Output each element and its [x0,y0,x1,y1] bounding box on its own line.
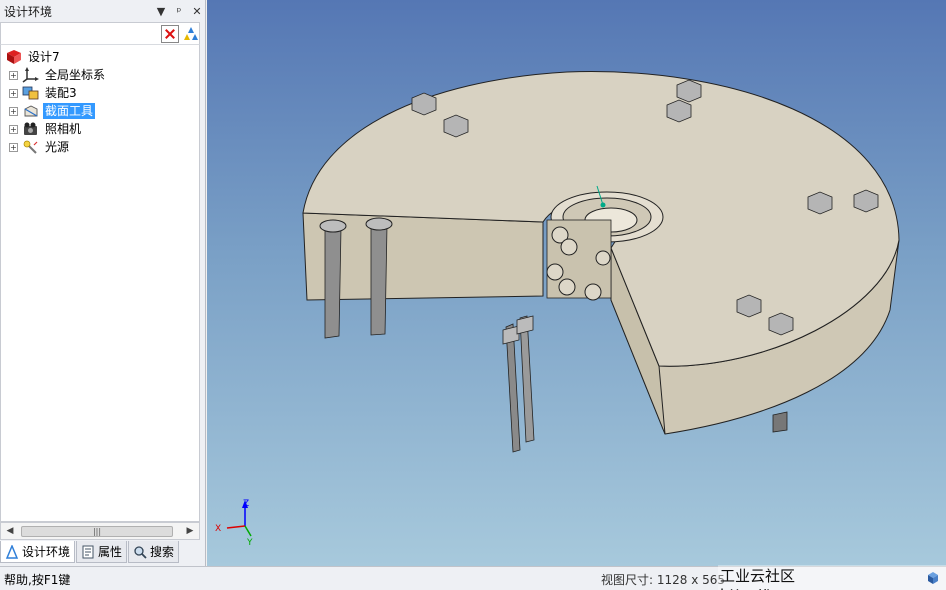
assembly-icon [22,85,40,101]
expand-toggle[interactable]: + [9,70,18,80]
tree-item-assembly[interactable]: + 装配3 [9,84,79,102]
section-tool-icon [22,103,40,119]
tree-item-section-tool[interactable]: + 截面工具 [9,102,96,120]
search-icon [133,545,147,559]
axis-y-label: Y [246,538,253,548]
design-root-icon [5,49,23,65]
tree-item-global-axes[interactable]: + 全局坐标系 [9,66,107,84]
scroll-thumb[interactable]: ||| [21,526,173,537]
tab-label: 属性 [98,545,123,559]
expand-toggle[interactable]: + [9,88,18,98]
tree-root-label: 设计7 [28,50,60,64]
tree-root[interactable]: 设计7 [5,48,62,66]
panel-close-button[interactable]: ✕ [188,5,206,18]
tab-properties[interactable]: 属性 [76,541,128,563]
axes-icon [22,67,40,83]
light-icon [22,139,40,155]
camera-icon [22,121,40,137]
design-env-icon [5,543,19,559]
axis-triad: Z X Y [215,499,253,548]
tab-search[interactable]: 搜索 [128,541,180,563]
tree-item-camera[interactable]: + 照相机 [9,120,83,138]
tree-item-label: 全局坐标系 [45,68,106,82]
3d-viewport[interactable]: Z X Y [207,0,946,566]
design-environment-panel: 设计环境 ▼ ᵖ ✕ 设计7 + 全局坐标系 + 装配3 + 截面工具 + 照相… [0,0,206,566]
axis-z-label: Z [243,499,249,509]
pin-button[interactable]: ᵖ [170,5,188,18]
expand-toggle[interactable]: + [9,142,18,152]
panel-tabs: 设计环境 属性 搜索 [0,541,206,565]
tab-label: 设计环境 [22,545,71,559]
tab-design-environment[interactable]: 设计环境 [0,541,76,563]
section-model-render: Z X Y [215,71,900,548]
view-size-readout: 视图尺寸: 1128 x 565 [601,573,726,587]
tree-item-light[interactable]: + 光源 [9,138,71,156]
tab-label: 搜索 [150,545,175,559]
expand-toggle[interactable]: + [9,106,18,116]
tree-item-label: 装配3 [45,86,77,100]
axis-x-label: X [215,524,221,534]
scroll-right-button[interactable]: ▶ [184,525,196,537]
panel-title-bar: 设计环境 ▼ ᵖ ✕ [0,0,206,22]
panel-toolbar [0,22,200,44]
tree-item-label: 照相机 [45,122,82,136]
status-help-text: 帮助,按F1键 [4,573,71,587]
horizontal-scrollbar[interactable]: ◀ ||| ▶ [0,522,200,540]
panel-title: 设计环境 [4,4,53,19]
scroll-left-button[interactable]: ◀ [4,525,16,537]
properties-icon [81,545,95,559]
tree-view-icon[interactable] [182,25,200,43]
tree-item-label: 截面工具 [43,103,96,119]
delete-icon[interactable] [161,25,179,43]
site-watermark: 工业云社区 http://top.caxa.com [718,565,946,590]
tree-item-label: 光源 [45,140,70,154]
panel-menu-button[interactable]: ▼ [152,5,170,18]
cube-icon[interactable] [926,571,940,585]
design-tree: 设计7 + 全局坐标系 + 装配3 + 截面工具 + 照相机 + 光源 [0,44,200,522]
expand-toggle[interactable]: + [9,124,18,134]
